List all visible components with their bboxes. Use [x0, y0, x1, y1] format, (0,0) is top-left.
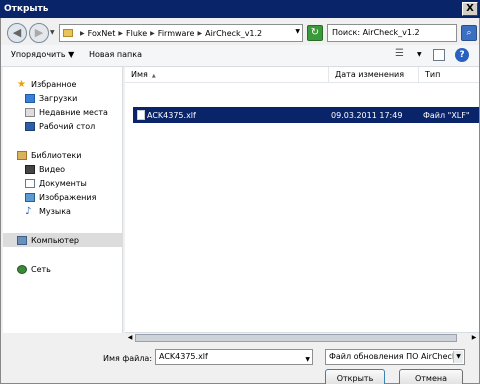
chevron-right-icon[interactable]: ▶ — [118, 30, 123, 37]
sidebar-item-label: Рабочий стол — [39, 121, 96, 131]
breadcrumb-fluke[interactable]: Fluke — [126, 29, 147, 38]
sidebar-item-computer[interactable]: Компьютер — [3, 233, 123, 247]
search-icon[interactable]: ⌕ — [461, 25, 477, 41]
sidebar-item-label: Сеть — [31, 264, 51, 274]
open-button[interactable]: Открыть — [325, 369, 385, 384]
command-toolbar: Упорядочить ▼ Новая папка ☰ ▼ ? — [1, 45, 479, 67]
scrollbar-thumb[interactable] — [135, 334, 457, 342]
filetype-value: Файл обновления ПО AirCheck — [329, 352, 457, 361]
search-input[interactable]: Поиск: AirCheck_v1.2 — [327, 24, 457, 42]
file-list[interactable]: Имя ▲ Дата изменения Тип ACK4375.xlf 09.0… — [125, 67, 479, 333]
sort-ascending-icon: ▲ — [151, 73, 156, 79]
preview-pane-icon[interactable] — [433, 49, 445, 61]
back-button[interactable]: ◀ — [7, 23, 27, 43]
breadcrumb-foxnet[interactable]: FoxNet — [88, 29, 116, 38]
video-icon — [25, 164, 35, 174]
file-date: 09.03.2011 17:49 — [331, 110, 403, 120]
chevron-right-icon[interactable]: ▶ — [80, 30, 85, 37]
recent-places-icon — [25, 107, 35, 117]
file-type: Файл "XLF" — [423, 110, 470, 120]
chevron-down-icon[interactable]: ▼ — [305, 353, 310, 367]
chevron-down-icon[interactable]: ▼ — [295, 28, 300, 35]
filename-label: Имя файла: — [103, 354, 153, 363]
cancel-button[interactable]: Отмена — [399, 369, 463, 384]
column-header-name[interactable]: Имя ▲ — [125, 67, 329, 83]
sidebar-item-label: Изображения — [39, 192, 97, 202]
sidebar-item-label: Избранное — [31, 79, 77, 89]
chevron-down-icon[interactable]: ▼ — [453, 351, 463, 363]
close-button[interactable]: X — [462, 2, 478, 16]
star-icon: ★ — [17, 78, 26, 90]
documents-icon — [25, 178, 35, 188]
help-icon[interactable]: ? — [455, 48, 469, 62]
computer-icon — [17, 235, 27, 245]
new-folder-button[interactable]: Новая папка — [89, 50, 142, 59]
file-name: ACK4375.xlf — [147, 110, 196, 120]
breadcrumb-aircheck[interactable]: AirCheck_v1.2 — [205, 29, 262, 38]
refresh-button[interactable]: ↻ — [307, 25, 323, 41]
sidebar-item-label: Недавние места — [39, 107, 108, 117]
network-icon — [17, 264, 27, 274]
images-icon — [25, 192, 35, 202]
libraries-icon — [17, 150, 27, 160]
filename-value: ACK4375.xlf — [159, 352, 208, 361]
sidebar-item-video[interactable]: Видео — [25, 162, 123, 176]
sidebar-item-label: Компьютер — [31, 235, 79, 245]
breadcrumb-firmware[interactable]: Firmware — [158, 29, 195, 38]
music-icon: ♪ — [25, 205, 32, 217]
window-titlebar: Открыть X — [0, 0, 480, 18]
column-header-type[interactable]: Тип — [419, 67, 479, 83]
sidebar-item-network[interactable]: Сеть — [17, 262, 123, 276]
sidebar-item-recent[interactable]: Недавние места — [25, 105, 123, 119]
open-dialog: ◀ ▶ ▼ ▶ FoxNet ▶ Fluke ▶ Firmware ▶ AirC… — [0, 18, 480, 384]
sidebar-item-documents[interactable]: Документы — [25, 176, 123, 190]
organize-menu[interactable]: Упорядочить ▼ — [11, 50, 74, 59]
sidebar-item-downloads[interactable]: Загрузки — [25, 91, 123, 105]
address-bar[interactable]: ▶ FoxNet ▶ Fluke ▶ Firmware ▶ AirCheck_v… — [59, 24, 303, 42]
desktop-icon — [25, 121, 35, 131]
sidebar-item-label: Музыка — [39, 206, 71, 216]
column-header-date[interactable]: Дата изменения — [329, 67, 419, 83]
sidebar-item-favorites[interactable]: ★ Избранное — [17, 77, 123, 91]
forward-button[interactable]: ▶ — [29, 23, 49, 43]
filetype-select[interactable]: Файл обновления ПО AirCheck ▼ — [325, 349, 465, 365]
history-dropdown-icon[interactable]: ▼ — [50, 29, 55, 36]
chevron-right-icon[interactable]: ▶ — [197, 30, 202, 37]
sidebar-item-label: Библиотеки — [31, 150, 82, 160]
sidebar-item-libraries[interactable]: Библиотеки — [17, 148, 123, 162]
filename-input[interactable]: ACK4375.xlf ▼ — [155, 349, 313, 365]
column-headers: Имя ▲ Дата изменения Тип — [125, 67, 479, 83]
sidebar-item-images[interactable]: Изображения — [25, 190, 123, 204]
sidebar-item-label: Загрузки — [39, 93, 78, 103]
sidebar-item-label: Документы — [39, 178, 87, 188]
scroll-right-icon[interactable]: ▶ — [469, 333, 479, 343]
file-row-selected[interactable]: ACK4375.xlf 09.03.2011 17:49 Файл "XLF" — [133, 107, 479, 123]
sidebar-item-desktop[interactable]: Рабочий стол — [25, 119, 123, 133]
file-icon — [137, 110, 145, 120]
sidebar-item-music[interactable]: ♪ Музыка — [25, 204, 123, 218]
chevron-down-icon[interactable]: ▼ — [417, 51, 422, 58]
horizontal-scrollbar[interactable]: ◀ ▶ — [125, 332, 479, 342]
window-title: Открыть — [4, 4, 49, 14]
downloads-icon — [25, 93, 35, 103]
scroll-left-icon[interactable]: ◀ — [125, 333, 135, 343]
sidebar-item-label: Видео — [39, 164, 66, 174]
chevron-right-icon[interactable]: ▶ — [150, 30, 155, 37]
folder-icon — [63, 29, 73, 37]
column-label: Имя — [131, 70, 148, 79]
views-icon[interactable]: ☰ — [395, 48, 404, 59]
navigation-bar: ◀ ▶ ▼ ▶ FoxNet ▶ Fluke ▶ Firmware ▶ AirC… — [5, 21, 477, 45]
navigation-pane: ★ Избранное Загрузки Недавние места Рабо… — [3, 67, 123, 333]
